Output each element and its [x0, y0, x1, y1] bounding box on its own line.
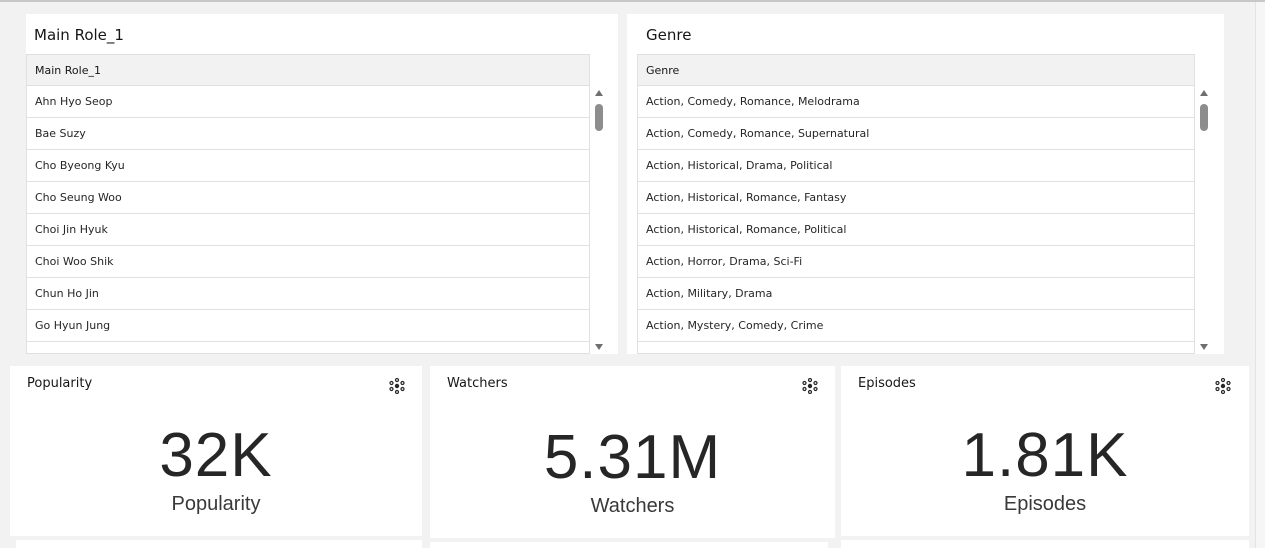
table-scrollbar[interactable]	[593, 90, 605, 350]
main-role-table: Main Role_1 Ahn Hyo Seop Bae Suzy Cho By…	[26, 54, 590, 354]
next-card-edge	[841, 540, 1249, 548]
table-row[interactable]: Choi Jin Hyuk	[27, 214, 589, 246]
table-row[interactable]: Ahn Hyo Seop	[27, 86, 589, 118]
table-row[interactable]: Action, Historical, Romance, Political	[638, 214, 1194, 246]
table-row[interactable]: Go Hyun Jung	[27, 310, 589, 342]
table-scrollbar[interactable]	[1198, 90, 1210, 350]
table-row[interactable]: Action, Historical, Drama, Political	[638, 150, 1194, 182]
kpi-value: 1.81K	[961, 421, 1129, 490]
kpi-label: Watchers	[590, 495, 675, 517]
kpi-value: 32K	[159, 421, 273, 490]
insights-icon[interactable]	[1215, 378, 1231, 394]
main-role-panel: Main Role_1 Main Role_1 Ahn Hyo Seop Bae…	[26, 14, 618, 354]
watchers-kpi-card: Watchers 5.31M Watchers	[430, 366, 835, 538]
kpi-value: 5.31M	[543, 423, 722, 492]
kpi-title: Episodes	[858, 376, 916, 391]
next-card-edge	[16, 540, 422, 548]
kpi-label: Popularity	[171, 493, 261, 515]
table-row[interactable]: Action, Historical, Romance, Fantasy	[638, 182, 1194, 214]
table-row[interactable]: Cho Seung Woo	[27, 182, 589, 214]
table-row[interactable]: Action, Comedy, Romance, Supernatural	[638, 118, 1194, 150]
genre-panel: Genre Genre Action, Comedy, Romance, Mel…	[627, 14, 1224, 354]
next-card-edge	[430, 542, 828, 548]
insights-icon[interactable]	[389, 378, 405, 394]
popularity-kpi-card: Popularity 32K Popularity	[10, 366, 422, 536]
top-border	[0, 0, 1265, 2]
table-row[interactable]: Choi Woo Shik	[27, 246, 589, 278]
genre-table: Genre Action, Comedy, Romance, Melodrama…	[637, 54, 1195, 354]
table-row[interactable]: Action, Mystery, Comedy, Crime	[638, 310, 1194, 342]
panel-title: Genre	[646, 26, 692, 44]
insights-icon[interactable]	[802, 378, 818, 394]
scroll-down-icon[interactable]	[595, 344, 603, 350]
scroll-thumb[interactable]	[1200, 104, 1208, 131]
table-row[interactable]: Chun Ho Jin	[27, 278, 589, 310]
episodes-kpi-card: Episodes 1.81K Episodes	[841, 366, 1249, 536]
table-row[interactable]: Bae Suzy	[27, 118, 589, 150]
kpi-title: Watchers	[447, 376, 508, 391]
scroll-down-icon[interactable]	[1200, 344, 1208, 350]
panel-title: Main Role_1	[34, 26, 124, 44]
table-row[interactable]: Action, Horror, Drama, Sci-Fi	[638, 246, 1194, 278]
column-header[interactable]: Main Role_1	[27, 55, 589, 86]
kpi-label: Episodes	[1003, 493, 1087, 515]
kpi-title: Popularity	[27, 376, 93, 391]
table-row[interactable]: Cho Byeong Kyu	[27, 150, 589, 182]
table-row[interactable]: Action, Military, Drama	[638, 278, 1194, 310]
scroll-thumb[interactable]	[595, 104, 603, 131]
page-scrollbar[interactable]	[1255, 2, 1265, 548]
table-row[interactable]: Action, Comedy, Romance, Melodrama	[638, 86, 1194, 118]
scroll-up-icon[interactable]	[1200, 90, 1208, 96]
scroll-up-icon[interactable]	[595, 90, 603, 96]
column-header[interactable]: Genre	[638, 55, 1194, 86]
